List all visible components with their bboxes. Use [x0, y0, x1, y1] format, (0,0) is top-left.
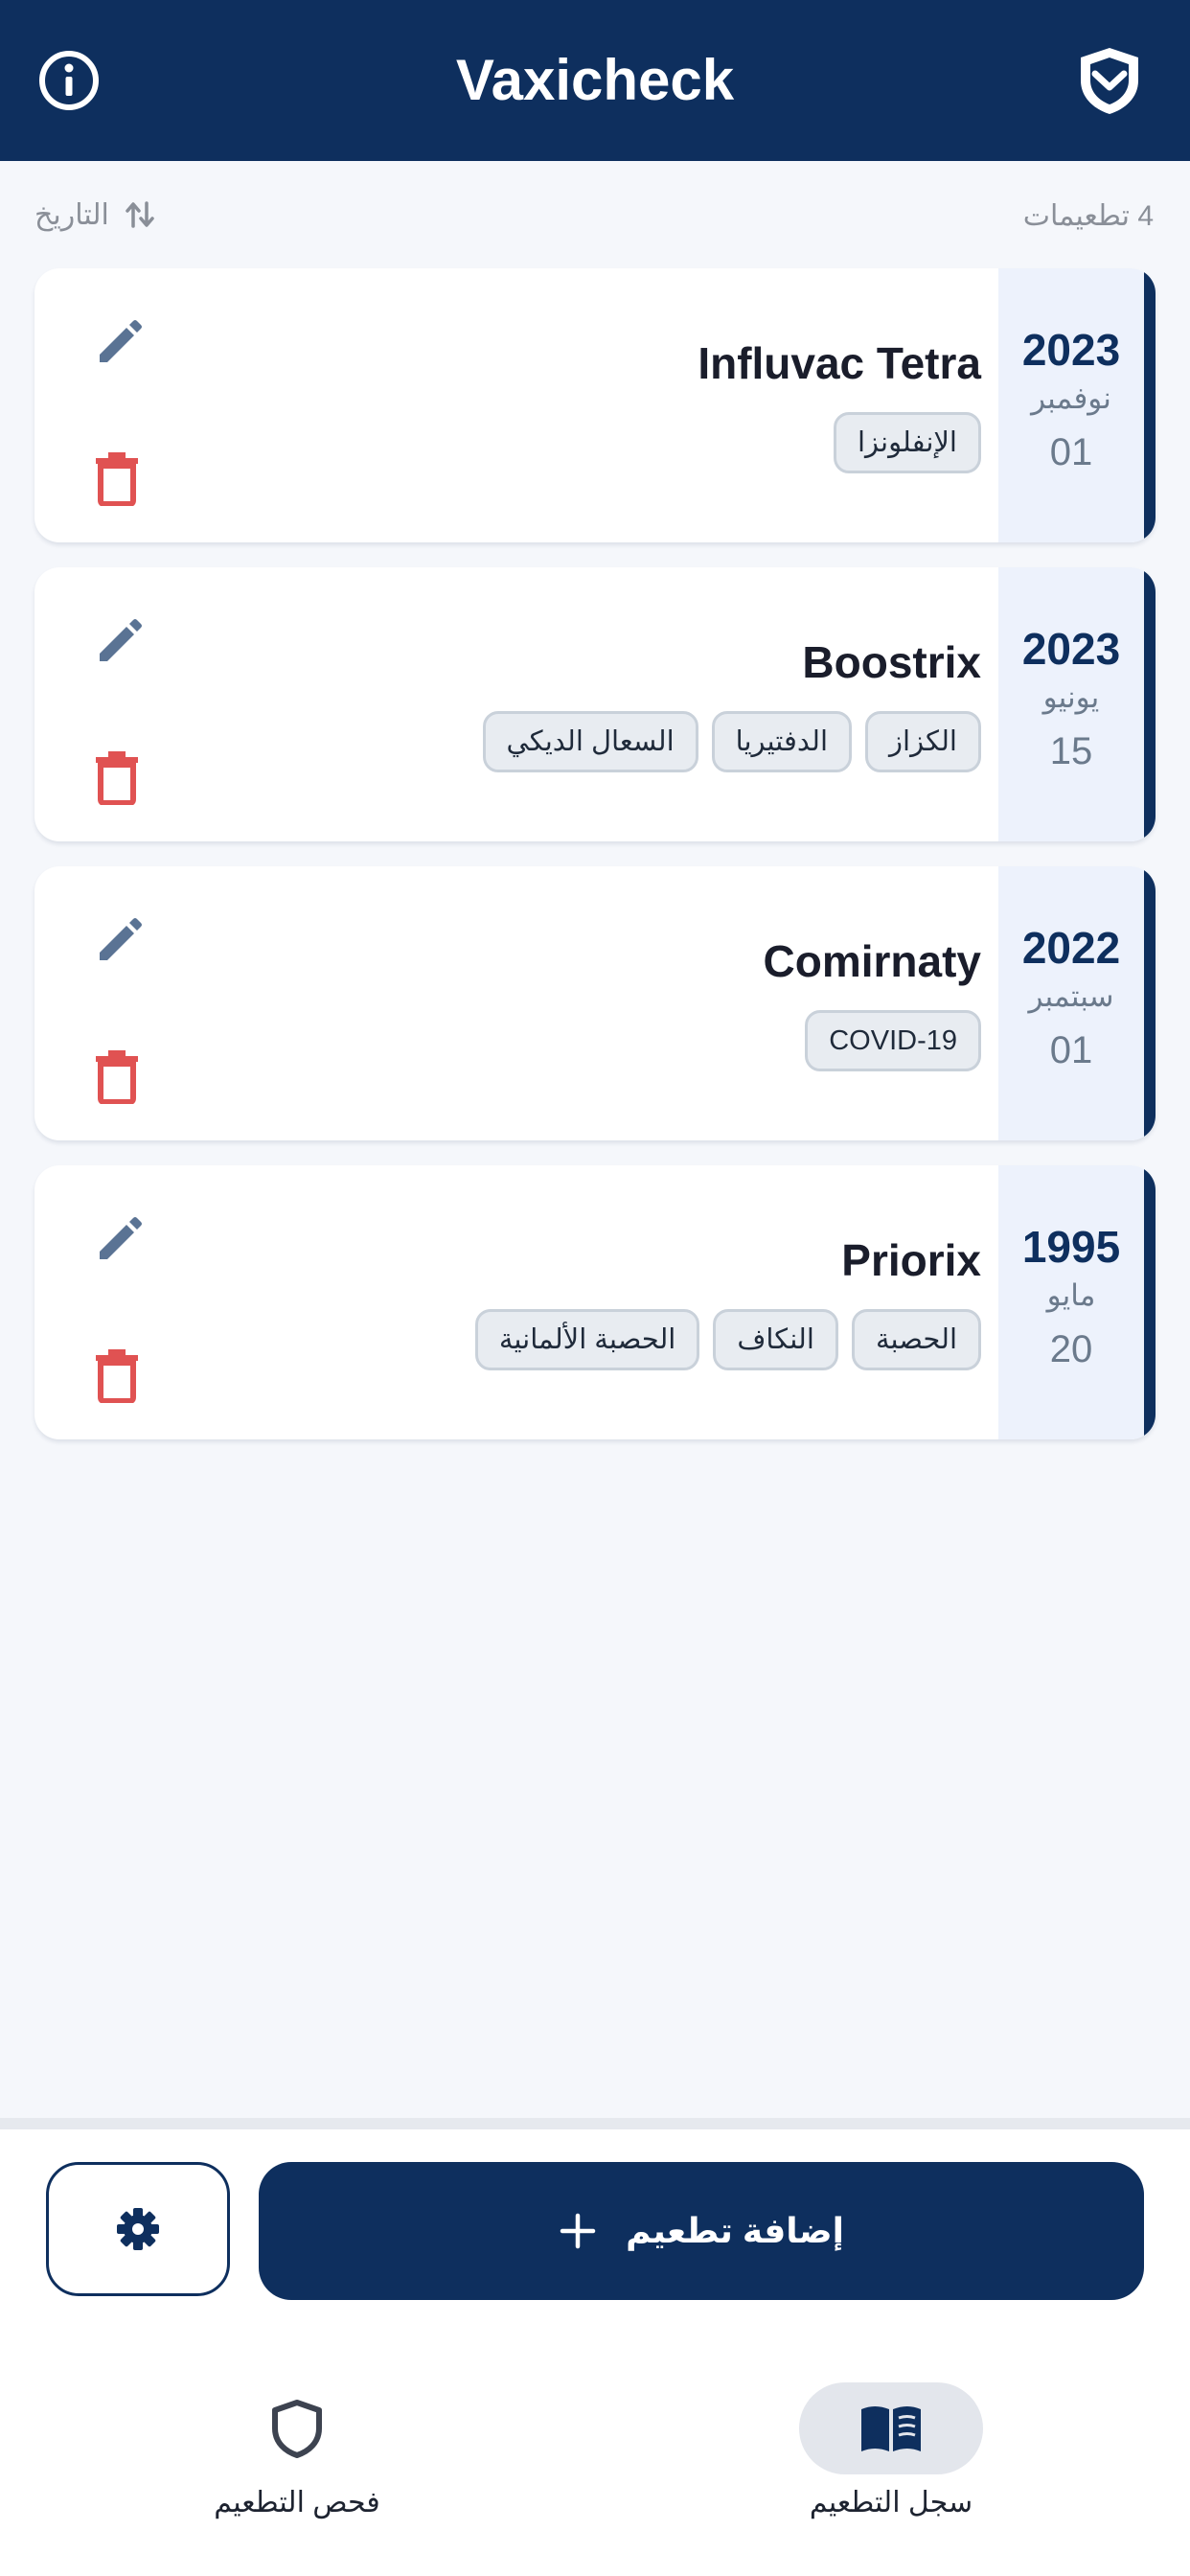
- list-toolbar: التاريخ 4 تطعيمات: [0, 161, 1190, 266]
- trash-icon: [96, 1050, 138, 1105]
- date-month: يونيو: [1042, 680, 1100, 714]
- pencil-icon: [100, 918, 142, 960]
- pencil-icon: [100, 320, 142, 362]
- vaccination-card[interactable]: 2023 يونيو 15 Boostrix الكزاز الدفتيريا …: [34, 567, 1156, 841]
- date-day: 01: [1049, 431, 1093, 473]
- settings-button[interactable]: [46, 2162, 230, 2296]
- date-month: سبتمبر: [1028, 979, 1114, 1013]
- add-vaccination-label: إضافة تطعيم: [626, 2211, 844, 2250]
- vaccination-card[interactable]: 2023 نوفمبر 01 Influvac Tetra الإنفلونزا: [34, 268, 1156, 542]
- nav-vaccination-check[interactable]: فحص التطعيم: [153, 2382, 441, 2545]
- disease-tag: السعال الديكي: [482, 711, 698, 772]
- bottom-panel: إضافة تطعيم فحص التطعيم سجل التطعيم: [0, 2129, 1190, 2576]
- shield-button[interactable]: [1073, 44, 1146, 117]
- disease-tags: الإنفلونزا: [833, 412, 981, 473]
- date-day: 15: [1049, 730, 1093, 772]
- disease-tags: الكزاز الدفتيريا السعال الديكي: [482, 711, 981, 772]
- trash-icon: [96, 452, 138, 507]
- vaccination-card[interactable]: 2022 سبتمبر 01 Comirnaty COVID-19: [34, 866, 1156, 1140]
- date-column: 2023 نوفمبر 01: [998, 268, 1156, 542]
- edit-button[interactable]: [86, 613, 149, 677]
- vaccination-card[interactable]: 1995 مايو 20 Priorix الحصبة النكاف الحصب…: [34, 1165, 1156, 1439]
- app-header: Vaxicheck: [0, 0, 1190, 161]
- delete-button[interactable]: [90, 448, 144, 507]
- disease-tag: COVID-19: [805, 1010, 981, 1071]
- pencil-icon: [100, 1217, 142, 1259]
- plus-icon: [560, 2213, 596, 2249]
- vaccine-name: Influvac Tetra: [698, 338, 981, 388]
- trash-icon: [96, 1349, 138, 1404]
- date-year: 2022: [1021, 923, 1121, 973]
- date-year: 2023: [1021, 325, 1121, 375]
- disease-tag: الحصبة: [851, 1309, 981, 1370]
- edit-button[interactable]: [86, 314, 149, 378]
- edit-button[interactable]: [86, 912, 149, 976]
- nav-vaccination-log[interactable]: سجل التطعيم: [747, 2382, 1035, 2545]
- nav-check-label: فحص التطعيم: [214, 2487, 380, 2518]
- delete-button[interactable]: [90, 1046, 144, 1105]
- disease-tag: النكاف: [713, 1309, 838, 1370]
- disease-tag: الدفتيريا: [711, 711, 853, 772]
- shield-icon: [272, 2400, 322, 2458]
- date-column: 2022 سبتمبر 01: [998, 866, 1156, 1140]
- date-month: مايو: [1046, 1278, 1096, 1312]
- disease-tag: الكزاز: [865, 711, 981, 772]
- date-column: 1995 مايو 20: [998, 1165, 1156, 1439]
- gear-icon: [117, 2208, 159, 2250]
- sort-arrows-icon: [126, 201, 154, 228]
- date-column: 2023 يونيو 15: [998, 567, 1156, 841]
- shield-check-icon: [1081, 48, 1138, 114]
- vaccine-name: Boostrix: [802, 637, 981, 687]
- disease-tags: COVID-19: [805, 1010, 981, 1071]
- sort-button[interactable]: التاريخ: [34, 197, 157, 232]
- date-day: 01: [1049, 1029, 1093, 1071]
- disease-tag: الحصبة الألمانية: [474, 1309, 700, 1370]
- sort-label: التاريخ: [34, 198, 109, 231]
- nav-log-label: سجل التطعيم: [809, 2487, 973, 2518]
- pencil-icon: [100, 619, 142, 661]
- vaccine-name: Priorix: [841, 1235, 981, 1285]
- edit-button[interactable]: [86, 1211, 149, 1275]
- date-month: نوفمبر: [1031, 381, 1111, 415]
- date-day: 20: [1049, 1328, 1093, 1370]
- delete-button[interactable]: [90, 1346, 144, 1404]
- date-year: 2023: [1021, 624, 1121, 674]
- vaccination-count: 4 تطعيمات: [1022, 200, 1154, 232]
- trash-icon: [96, 751, 138, 806]
- bottom-divider: [0, 2118, 1190, 2129]
- delete-button[interactable]: [90, 748, 144, 806]
- book-icon: [861, 2406, 921, 2451]
- date-year: 1995: [1021, 1222, 1121, 1272]
- app-title: Vaxicheck: [455, 48, 735, 112]
- vaccine-name: Comirnaty: [763, 936, 981, 986]
- nav-icon-container: [205, 2382, 389, 2474]
- add-vaccination-button[interactable]: إضافة تطعيم: [259, 2162, 1144, 2300]
- disease-tag: الإنفلونزا: [833, 412, 981, 473]
- disease-tags: الحصبة النكاف الحصبة الألمانية: [474, 1309, 981, 1370]
- nav-icon-container: [799, 2382, 983, 2474]
